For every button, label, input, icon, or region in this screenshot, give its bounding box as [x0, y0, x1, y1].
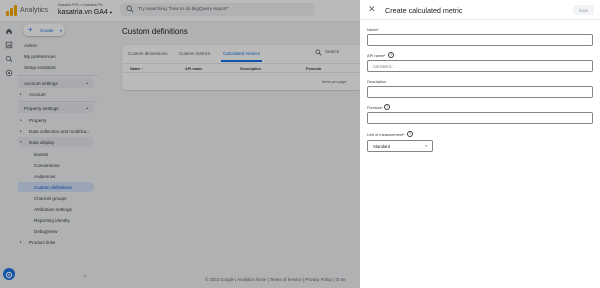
help-icon[interactable]: ? — [388, 52, 394, 58]
chevron-down-icon: ▾ — [425, 144, 427, 149]
unit-label: Unit of measurement* — [367, 132, 405, 137]
name-label: Name* — [367, 27, 379, 32]
save-button-label: Save — [578, 7, 589, 13]
modal-scrim[interactable] — [0, 0, 360, 288]
formula-field[interactable] — [367, 112, 593, 124]
panel-title: Create calculated metric — [385, 6, 463, 15]
description-field[interactable] — [367, 86, 593, 98]
panel-header: ✕ Create calculated metric Save — [360, 0, 600, 20]
unit-selected-value: Standard — [373, 144, 390, 150]
description-label: Description — [367, 79, 387, 84]
create-calculated-metric-panel: ✕ Create calculated metric Save Name* AP… — [360, 0, 600, 288]
save-button[interactable]: Save — [573, 5, 594, 15]
api-name-field[interactable]: calcMetric: — [367, 60, 593, 72]
name-field[interactable] — [367, 34, 593, 46]
close-icon[interactable]: ✕ — [368, 4, 376, 14]
unit-of-measurement-select[interactable]: Standard ▾ — [367, 140, 433, 152]
formula-label: Formula* — [367, 105, 383, 110]
api-name-label: API name* — [367, 53, 386, 58]
api-name-value: calcMetric: — [373, 64, 394, 70]
help-icon[interactable]: ? — [384, 104, 390, 110]
help-icon[interactable]: ? — [407, 131, 413, 137]
